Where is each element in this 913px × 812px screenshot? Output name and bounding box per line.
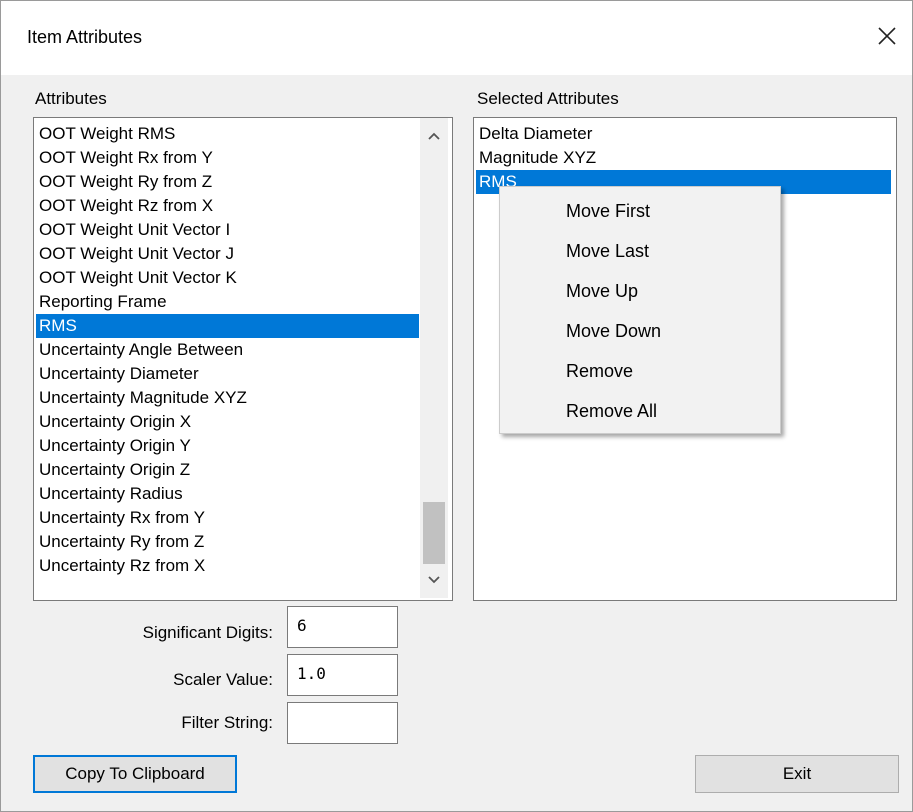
list-item[interactable]: Uncertainty Radius (36, 482, 419, 506)
list-item[interactable]: RMS (36, 314, 419, 338)
list-item[interactable]: Reporting Frame (36, 290, 419, 314)
filter-string-field[interactable] (287, 702, 398, 744)
list-item[interactable]: OOT Weight Unit Vector J (36, 242, 419, 266)
context-menu-item-move-down[interactable]: Move Down (566, 311, 661, 351)
context-menu-item-move-up[interactable]: Move Up (566, 271, 638, 311)
list-item[interactable]: OOT Weight Rz from X (36, 194, 419, 218)
item-attributes-dialog: Item Attributes Attributes Selected Attr… (0, 0, 913, 812)
filter-string-label: Filter String: (181, 713, 273, 732)
scaler-value-label: Scaler Value: (173, 670, 273, 689)
chevron-down-icon[interactable] (420, 568, 448, 592)
list-item[interactable]: Uncertainty Magnitude XYZ (36, 386, 419, 410)
context-menu-item-remove[interactable]: Remove (566, 351, 633, 391)
close-icon[interactable] (870, 19, 904, 53)
attributes-listbox[interactable]: OOT Weight RMS OOT Weight Rx from Y OOT We… (33, 117, 453, 601)
scrollbar-thumb[interactable] (423, 502, 445, 564)
list-item[interactable]: OOT Weight Rx from Y (36, 146, 419, 170)
list-item[interactable]: Uncertainty Origin Y (36, 434, 419, 458)
list-item[interactable]: Uncertainty Origin Z (36, 458, 419, 482)
list-item[interactable]: OOT Weight RMS (36, 122, 419, 146)
list-item[interactable]: Magnitude XYZ (476, 146, 891, 170)
list-item[interactable]: OOT Weight Unit Vector K (36, 266, 419, 290)
list-item[interactable]: Uncertainty Rx from Y (36, 506, 419, 530)
significant-digits-label: Significant Digits: (142, 623, 273, 642)
list-item[interactable]: Delta Diameter (476, 122, 891, 146)
list-item[interactable]: Uncertainty Origin X (36, 410, 419, 434)
attributes-label: Attributes (35, 89, 107, 108)
dialog-title: Item Attributes (27, 27, 143, 47)
title-bar: Item Attributes (1, 1, 912, 75)
significant-digits-field[interactable]: 6 (287, 606, 398, 648)
copy-to-clipboard-button[interactable]: Copy To Clipboard (33, 755, 237, 793)
exit-button[interactable]: Exit (695, 755, 899, 793)
attributes-scrollbar[interactable] (420, 118, 448, 598)
list-item[interactable]: Uncertainty Ry from Z (36, 530, 419, 554)
scaler-value-field[interactable]: 1.0 (287, 654, 398, 696)
context-menu-item-move-first[interactable]: Move First (566, 191, 650, 231)
selected-attributes-label: Selected Attributes (477, 89, 619, 108)
list-item[interactable]: Uncertainty Angle Between (36, 338, 419, 362)
context-menu-item-remove-all[interactable]: Remove All (566, 391, 657, 431)
list-item[interactable]: OOT Weight Unit Vector I (36, 218, 419, 242)
context-menu-item-move-last[interactable]: Move Last (566, 231, 649, 271)
list-item[interactable]: Uncertainty Diameter (36, 362, 419, 386)
list-item[interactable]: OOT Weight Ry from Z (36, 170, 419, 194)
list-item[interactable]: Uncertainty Rz from X (36, 554, 419, 578)
context-menu: Move First Move Last Move Up Move Down Remov… (499, 186, 781, 434)
chevron-up-icon[interactable] (420, 124, 448, 148)
